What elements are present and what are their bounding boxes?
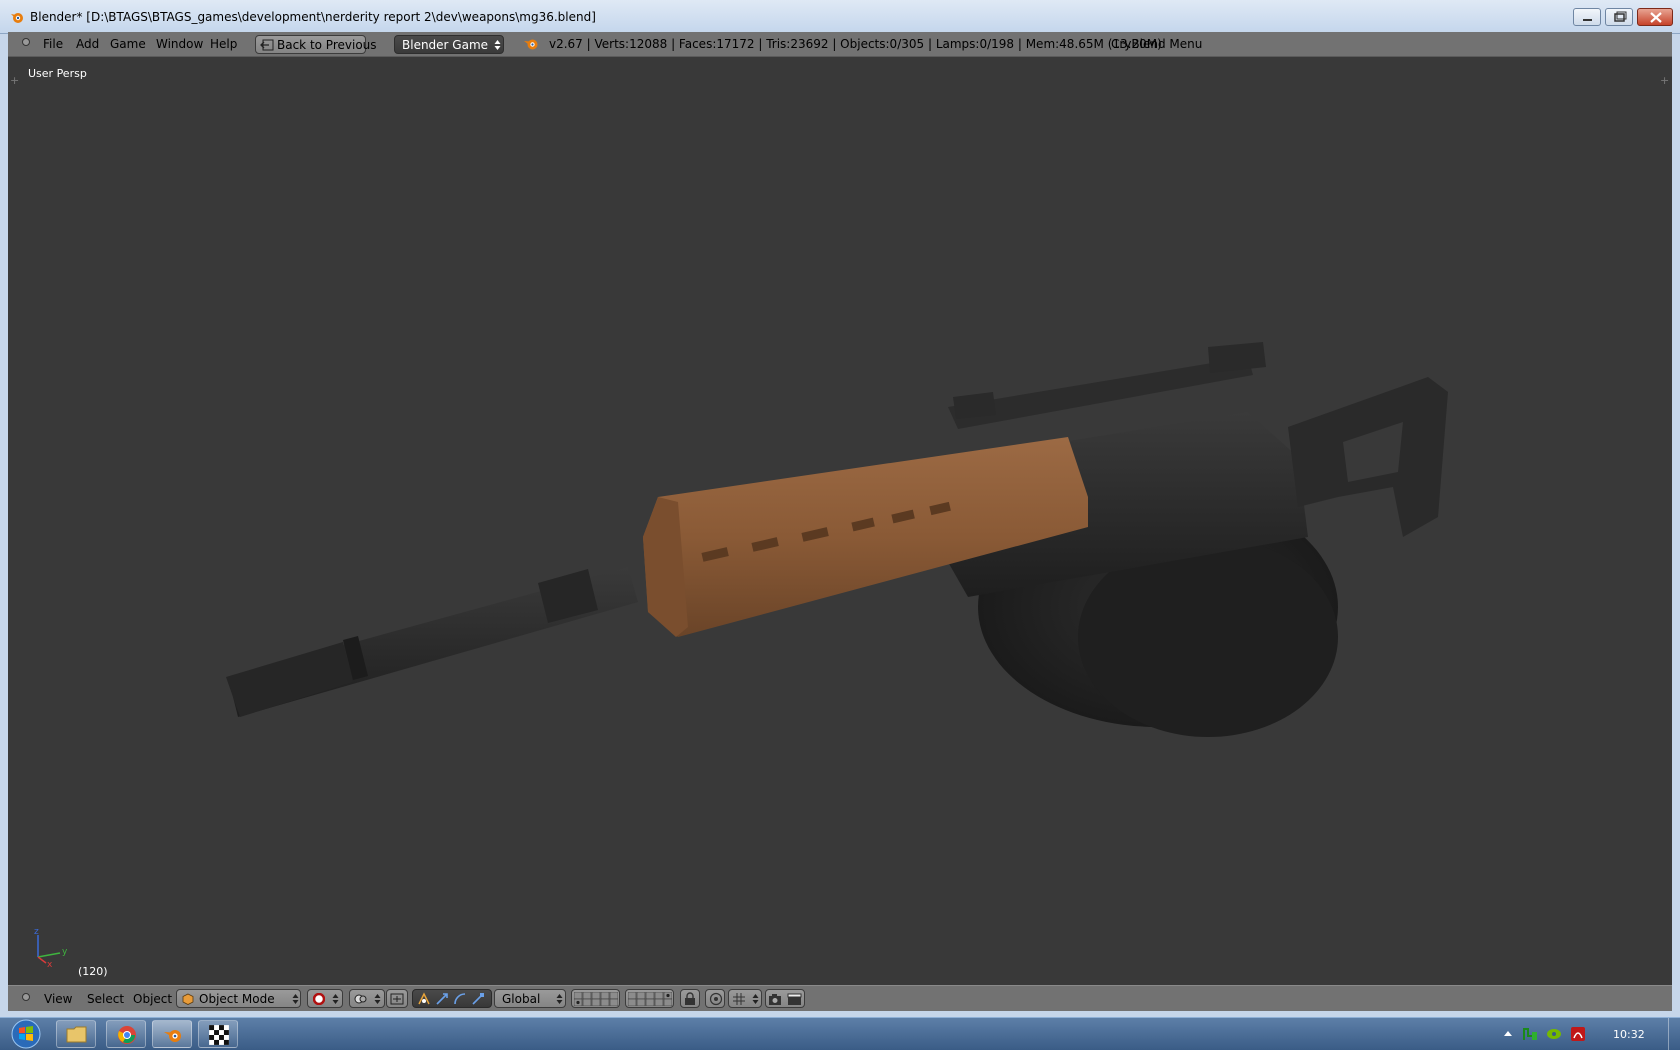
lock-icon [685, 992, 695, 1005]
blender-logo-icon [11, 13, 23, 23]
menu-game[interactable]: Game [110, 37, 146, 51]
close-icon [1650, 12, 1662, 23]
cryblend-menu[interactable]: CryBlend Menu [1111, 37, 1202, 51]
scene-statistics: v2.67 | Verts:12088 | Faces:17172 | Tris… [549, 37, 1162, 51]
maximize-icon [1614, 11, 1627, 22]
taskbar-chrome-button[interactable] [106, 1020, 146, 1048]
updown-arrow-icon [292, 994, 299, 1004]
orientation-select[interactable]: Global [494, 989, 566, 1008]
menu-window[interactable]: Window [156, 37, 203, 51]
explorer-icon [66, 1026, 87, 1043]
layer-lock-toggle[interactable] [680, 989, 700, 1008]
translate-icon [436, 993, 448, 1005]
back-arrow-icon [260, 39, 274, 51]
taskbar-clock[interactable]: 10:32 [1613, 1028, 1645, 1041]
minimize-icon [1583, 19, 1592, 21]
axis-z-label: z [34, 927, 39, 937]
mg36-model[interactable] [8, 57, 1672, 985]
render-engine-select[interactable]: Blender Game [394, 35, 504, 54]
tray-adobe-icon[interactable] [1570, 1026, 1586, 1042]
carry-handle [948, 357, 1253, 429]
menu-view[interactable]: View [44, 992, 72, 1006]
header-toggle-icon[interactable] [22, 38, 30, 46]
chrome-icon [118, 1026, 136, 1044]
snap-icon [733, 993, 745, 1005]
updown-arrow-icon [556, 994, 563, 1004]
maximize-button[interactable] [1605, 8, 1633, 26]
layer-buttons-icon [628, 992, 672, 1006]
show-desktop-button[interactable] [1668, 1018, 1680, 1050]
front-sight [953, 392, 996, 419]
menu-select[interactable]: Select [87, 992, 124, 1006]
updown-arrow-icon [752, 994, 759, 1004]
blender-icon [164, 1030, 181, 1042]
scale-icon [472, 993, 484, 1005]
menu-object[interactable]: Object [133, 992, 172, 1006]
updown-arrow-icon [494, 40, 501, 50]
minimize-button[interactable] [1573, 8, 1601, 26]
proportional-edit-icon [709, 992, 723, 1006]
mode-select[interactable]: Object Mode [176, 989, 301, 1008]
axis-gizmo: z y x [34, 927, 68, 967]
menu-add[interactable]: Add [76, 37, 99, 51]
3d-viewport[interactable]: User Persp + + z y x (120) [8, 57, 1672, 985]
taskbar-checker-app-button[interactable] [198, 1020, 238, 1048]
taskbar-explorer-button[interactable] [56, 1020, 96, 1048]
pivot-select[interactable] [349, 989, 385, 1008]
orientation-value: Global [502, 992, 541, 1006]
axis-manipulator-icon [418, 992, 430, 1005]
current-frame-label: (120) [78, 965, 108, 978]
layers-group-2[interactable] [625, 989, 674, 1008]
rotate-icon [454, 993, 466, 1005]
barrel-muzzle [226, 642, 353, 717]
taskbar-blender-button[interactable] [152, 1020, 192, 1048]
info-header: File Add Game Window Help Back to Previo… [8, 32, 1672, 57]
axis-y-label: y [62, 947, 68, 957]
tray-network-icon[interactable] [1522, 1026, 1538, 1042]
checker-app-icon [209, 1025, 229, 1045]
camera-render-icon [769, 994, 781, 1005]
rear-sight [1208, 342, 1266, 373]
window-title-bar[interactable]: Blender* [D:\BTAGS\BTAGS_games\developme… [0, 0, 1680, 34]
updown-arrow-icon [332, 994, 339, 1004]
3d-view-header: View Select Object Object Mode Global [8, 985, 1672, 1011]
transform-manipulators[interactable] [412, 989, 492, 1008]
shading-icon [313, 993, 325, 1005]
clapper-render-icon [787, 993, 802, 1005]
layer-buttons-icon [574, 992, 618, 1006]
taskbar: 10:32 [0, 1017, 1680, 1050]
back-to-previous-button[interactable]: Back to Previous [255, 35, 377, 54]
tray-expand-icon[interactable] [1503, 1029, 1513, 1037]
manipulator-icon [390, 993, 404, 1005]
back-to-previous-label: Back to Previous [277, 38, 377, 52]
menu-help[interactable]: Help [210, 37, 237, 51]
render-engine-value: Blender Game [402, 38, 489, 52]
snap-select[interactable] [728, 989, 762, 1008]
shading-select[interactable] [307, 989, 343, 1008]
render-buttons[interactable] [765, 989, 805, 1008]
axis-x-label: x [47, 960, 53, 967]
proportional-edit-toggle[interactable] [705, 989, 725, 1008]
tray-nvidia-icon[interactable] [1546, 1026, 1562, 1042]
pivot-icon [354, 994, 367, 1004]
window-title: Blender* [D:\BTAGS\BTAGS_games\developme… [30, 10, 596, 24]
start-button[interactable] [4, 1018, 50, 1050]
menu-file[interactable]: File [43, 37, 63, 51]
header-toggle-icon[interactable] [22, 993, 30, 1001]
mode-value: Object Mode [199, 992, 275, 1006]
updown-arrow-icon [374, 994, 381, 1004]
blender-logo-icon [524, 39, 538, 50]
layers-group-1[interactable] [571, 989, 620, 1008]
close-button[interactable] [1637, 8, 1673, 26]
manipulator-toggle[interactable] [386, 989, 408, 1008]
object-mode-icon [182, 993, 194, 1005]
